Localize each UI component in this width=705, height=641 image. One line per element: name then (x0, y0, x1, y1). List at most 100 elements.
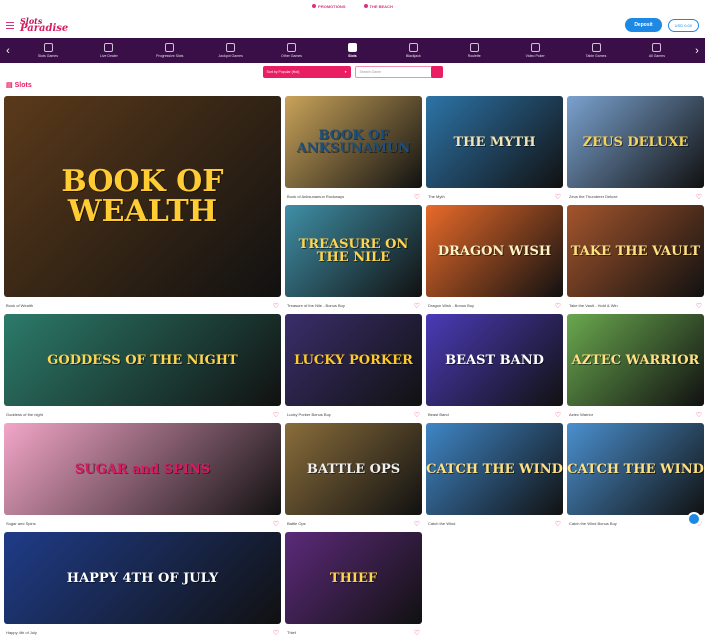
nav-item-label: Video Poker (526, 54, 545, 58)
nav-item-label: Slots (348, 54, 357, 58)
game-tile[interactable]: LUCKY PORKER Lucky Porker Bonus Buy ♡ (285, 314, 422, 423)
game-thumbnail[interactable]: THIEF (285, 532, 422, 624)
game-tile[interactable]: BATTLE OPSBattle Ops♡ (285, 423, 422, 532)
sort-select[interactable]: Sort by Popular (Hot)▾ (263, 66, 351, 78)
slot-icon (348, 43, 357, 52)
nav-item-label: All Games (649, 54, 665, 58)
game-thumbnail[interactable]: GODDESS OF THE NIGHT (4, 314, 281, 406)
game-tile[interactable]: THIEFThief♡ (285, 532, 422, 641)
game-tile[interactable]: ZEUS DELUXEZeus the Thunderer Deluxe♡ (567, 96, 704, 205)
game-name: Lucky Porker Bonus Buy (287, 412, 331, 417)
nav-prev-arrow-icon[interactable]: ‹ (0, 45, 16, 57)
game-tile[interactable]: BOOK OF ANKSUNAMUNBook of Anksunamun Roc… (285, 96, 422, 205)
favorite-heart-icon[interactable]: ♡ (273, 411, 279, 419)
balance-button[interactable]: USD 0.00 (668, 19, 699, 32)
logo[interactable]: Slots Paradise (20, 17, 68, 33)
game-tile[interactable]: BEAST BANDBeast Band♡ (426, 314, 563, 423)
game-meta: Zeus the Thunderer Deluxe♡ (567, 188, 704, 205)
nav-item-slots[interactable]: Slots (330, 43, 374, 58)
favorite-heart-icon[interactable]: ♡ (414, 193, 420, 201)
game-tile[interactable]: TREASURE ON THE NILETreasure of the Nile… (285, 205, 422, 314)
beach-link[interactable]: THE BEACH (364, 4, 393, 9)
nav-item-progressive-slots[interactable]: Progressive Slots (148, 43, 192, 58)
nav-item-jackpot-games[interactable]: Jackpot Games (209, 43, 253, 58)
game-thumbnail[interactable]: LUCKY PORKER (285, 314, 422, 406)
nav-item-label: Jackpot Games (219, 54, 243, 58)
favorite-heart-icon[interactable]: ♡ (414, 629, 420, 637)
favorite-heart-icon[interactable]: ♡ (555, 193, 561, 201)
nav-item-roulette[interactable]: Roulette (452, 43, 496, 58)
game-meta: Catch the Wind♡ (426, 515, 563, 532)
game-tile[interactable]: GODDESS OF THE NIGHTGoddess of the night… (4, 314, 281, 423)
game-thumbnail[interactable]: CATCH THE WIND (567, 423, 704, 515)
game-thumbnail[interactable]: AZTEC WARRIOR (567, 314, 704, 406)
game-art-title: TREASURE ON THE NILE (285, 238, 422, 264)
game-thumbnail[interactable]: BEAST BAND (426, 314, 563, 406)
game-thumbnail[interactable]: TREASURE ON THE NILE (285, 205, 422, 297)
game-thumbnail[interactable]: DRAGON WISH (426, 205, 563, 297)
favorite-heart-icon[interactable]: ♡ (414, 520, 420, 528)
promotions-link[interactable]: PROMOTIONS (312, 4, 345, 9)
game-thumbnail[interactable]: CATCH THE WIND (426, 423, 563, 515)
game-thumbnail[interactable]: ZEUS DELUXE (567, 96, 704, 188)
game-art-title: DRAGON WISH (438, 245, 551, 258)
game-thumbnail[interactable]: THE MYTH (426, 96, 563, 188)
nav-item-video-poker[interactable]: Video Poker (513, 43, 557, 58)
game-name: Book of Anksunamun Rockways (287, 194, 344, 199)
favorite-heart-icon[interactable]: ♡ (273, 520, 279, 528)
nav-item-slots-games[interactable]: Slots Games (26, 43, 70, 58)
game-tile[interactable]: BOOK OF WEALTHBook of Wealth♡ (4, 96, 281, 314)
search-input[interactable]: Search Game (355, 66, 443, 78)
chevron-down-icon: ▾ (345, 70, 347, 74)
game-thumbnail[interactable]: BOOK OF WEALTH (4, 96, 281, 297)
favorite-heart-icon[interactable]: ♡ (273, 302, 279, 310)
promotions-icon (312, 4, 316, 8)
roulette-icon (470, 43, 479, 52)
game-tile[interactable]: HAPPY 4TH OF JULYHappy 4th of July♡ (4, 532, 281, 641)
game-tile[interactable]: CATCH THE WINDCatch the Wind Bonus Buy♡ (567, 423, 704, 532)
nav-item-label: Slots Games (38, 54, 58, 58)
nav-item-label: Progressive Slots (156, 54, 183, 58)
hamburger-menu-icon[interactable] (6, 22, 14, 29)
game-tile[interactable]: DRAGON WISH Dragon Wish - Bonus Buy ♡ (426, 205, 563, 314)
nav-item-all-games[interactable]: All Games (635, 43, 679, 58)
game-name: Dragon Wish - Bonus Buy (428, 303, 474, 308)
game-meta: Battle Ops♡ (285, 515, 422, 532)
game-tile[interactable]: AZTEC WARRIORAztec Warrior♡ (567, 314, 704, 423)
game-thumbnail[interactable]: SUGAR and SPINS (4, 423, 281, 515)
favorite-heart-icon[interactable]: ♡ (273, 629, 279, 637)
game-tile[interactable]: SUGAR and SPINSSugar and Spins♡ (4, 423, 281, 532)
nav-next-arrow-icon[interactable]: › (689, 45, 705, 57)
dealer-icon (104, 43, 113, 52)
nav-item-label: Table Games (586, 54, 607, 58)
game-art-title: LUCKY PORKER (294, 354, 413, 367)
game-tile[interactable]: TAKE THE VAULTTake the Vault - Hold & Wi… (567, 205, 704, 314)
game-art-title: AZTEC WARRIOR (572, 354, 700, 367)
nav-item-other-games[interactable]: Other Games (270, 43, 314, 58)
game-thumbnail[interactable]: HAPPY 4TH OF JULY (4, 532, 281, 624)
game-thumbnail[interactable]: TAKE THE VAULT (567, 205, 704, 297)
favorite-heart-icon[interactable]: ♡ (555, 411, 561, 419)
game-meta: Book of Anksunamun Rockways ♡ (285, 188, 422, 205)
favorite-heart-icon[interactable]: ♡ (696, 411, 702, 419)
favorite-heart-icon[interactable]: ♡ (414, 411, 420, 419)
nav-item-live-dealer[interactable]: Live Dealer (87, 43, 131, 58)
nav-item-blackjack[interactable]: Blackjack (391, 43, 435, 58)
favorite-heart-icon[interactable]: ♡ (555, 520, 561, 528)
favorite-heart-icon[interactable]: ♡ (555, 302, 561, 310)
other-icon (287, 43, 296, 52)
favorite-heart-icon[interactable]: ♡ (414, 302, 420, 310)
game-tile[interactable]: THE MYTHThe Myth♡ (426, 96, 563, 205)
game-thumbnail[interactable]: BOOK OF ANKSUNAMUN (285, 96, 422, 188)
favorite-heart-icon[interactable]: ♡ (696, 193, 702, 201)
chat-button[interactable] (687, 512, 701, 526)
slot-section-icon: ▤ (6, 81, 13, 89)
nav-item-table-games[interactable]: Table Games (574, 43, 618, 58)
favorite-heart-icon[interactable]: ♡ (696, 302, 702, 310)
game-tile[interactable]: CATCH THE WINDCatch the Wind♡ (426, 423, 563, 532)
game-thumbnail[interactable]: BATTLE OPS (285, 423, 422, 515)
deposit-button[interactable]: Deposit (625, 18, 661, 32)
game-art-title: BOOK OF WEALTH (4, 167, 281, 227)
search-button[interactable] (431, 66, 443, 78)
game-meta: Dragon Wish - Bonus Buy ♡ (426, 297, 563, 314)
